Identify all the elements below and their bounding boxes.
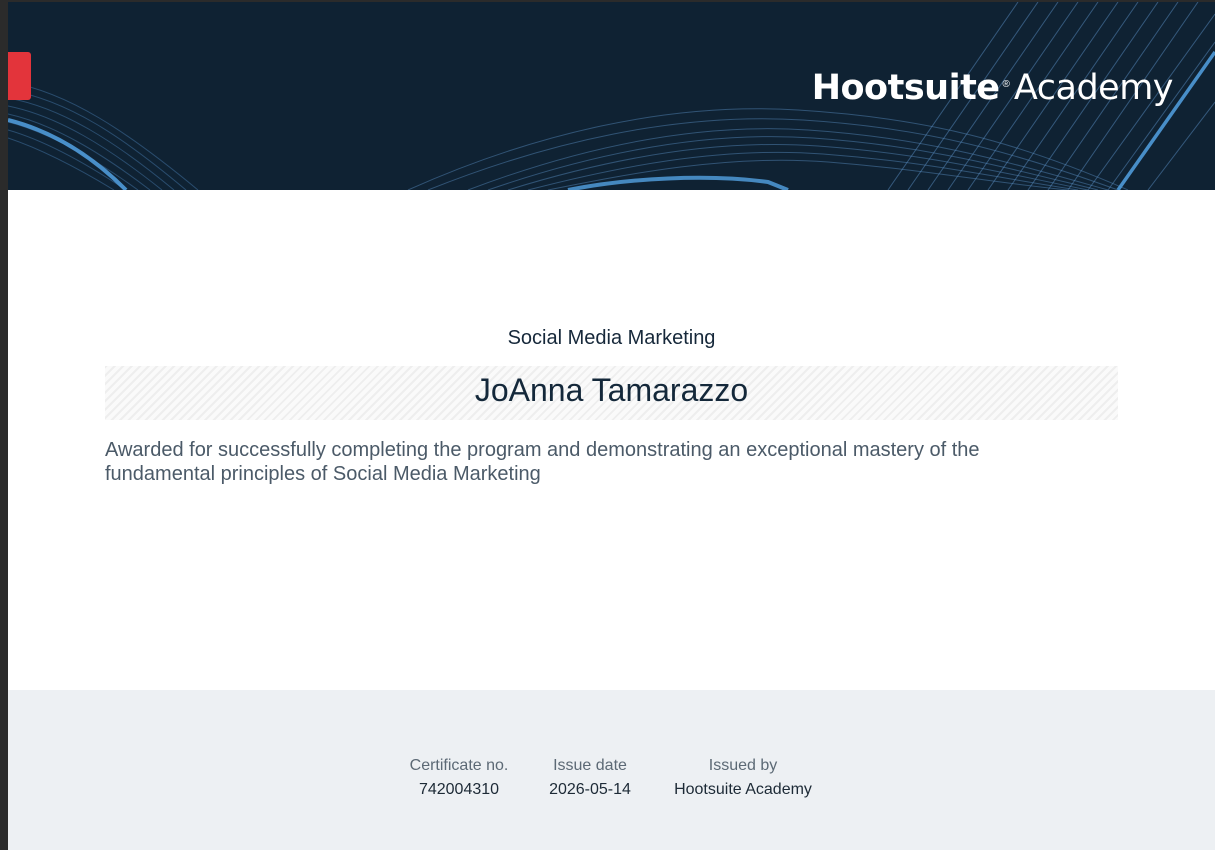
issued-by-block: Issued by Hootsuite Academy xyxy=(663,754,823,802)
certificate-number-value: 742004310 xyxy=(418,781,500,798)
certificate-header: Hootsuite ® Academy xyxy=(8,2,1215,190)
certificate-page: Hootsuite ® Academy Social Media Marketi… xyxy=(0,0,1215,850)
issue-date-value: 2026-05-14 xyxy=(549,781,631,798)
certificate-number-block: Certificate no. 742004310 xyxy=(399,754,519,802)
logo-academy-text: Academy xyxy=(1013,68,1174,108)
course-title: Social Media Marketing xyxy=(507,327,716,349)
issue-date-label: Issue date xyxy=(553,757,627,774)
hootsuite-academy-logo: Hootsuite ® Academy xyxy=(811,68,1174,108)
issued-by-value: Hootsuite Academy xyxy=(674,781,812,798)
issued-by-label: Issued by xyxy=(708,757,778,774)
recipient-name: JoAnna Tamarazzo xyxy=(474,372,749,408)
registered-mark: ® xyxy=(1002,79,1010,90)
award-description: Awarded for successfully completing the … xyxy=(105,439,980,485)
certificate-number-label: Certificate no. xyxy=(409,757,509,774)
issue-date-block: Issue date 2026-05-14 xyxy=(540,754,640,802)
logo-wordmark: Hootsuite xyxy=(811,68,1000,108)
window-left-edge xyxy=(0,0,8,850)
brand-accent-tab xyxy=(8,52,31,100)
